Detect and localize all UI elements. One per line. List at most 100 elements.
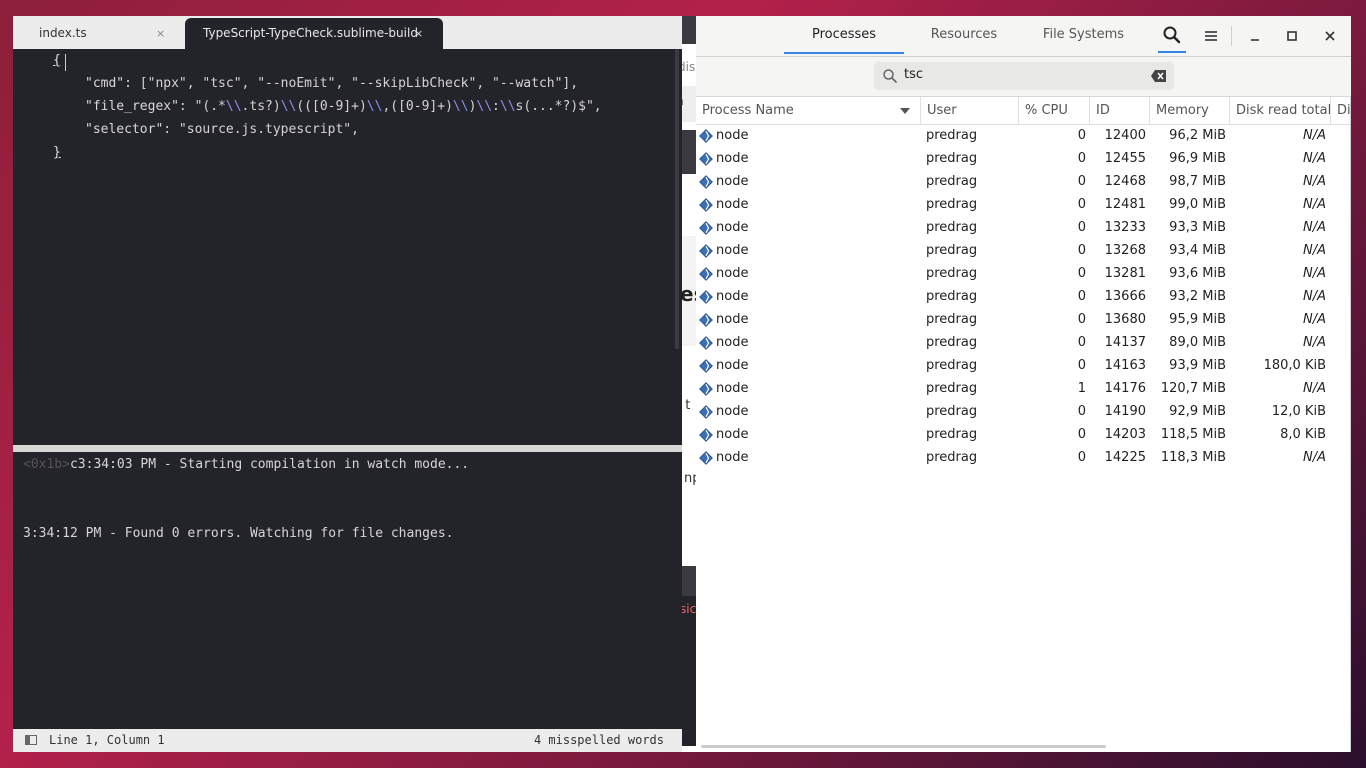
selector-key: "selector" [85, 122, 164, 137]
table-row[interactable]: node predrag 0 13233 93,3 MiB N/A [696, 217, 1351, 240]
process-memory: 93,4 MiB [1169, 243, 1226, 258]
process-icon [699, 175, 713, 189]
table-row[interactable]: node predrag 1 14176 120,7 MiB N/A [696, 378, 1351, 401]
process-icon [699, 313, 713, 327]
regex-escape: \\ [225, 99, 242, 114]
maximize-button[interactable] [1280, 24, 1304, 48]
process-name: node [716, 128, 749, 143]
process-user: predrag [926, 450, 978, 465]
regex-part: s(...*?)$", [515, 99, 602, 114]
table-row[interactable]: node predrag 0 13680 95,9 MiB N/A [696, 309, 1351, 332]
table-row[interactable]: node predrag 0 14163 93,9 MiB 180,0 KiB [696, 355, 1351, 378]
code-editor[interactable]: { "cmd": ["npx", "tsc", "--noEmit", "--s… [13, 49, 682, 445]
process-icon [699, 221, 713, 235]
search-input[interactable]: tsc [874, 62, 1174, 90]
regex-escape: \\ [499, 99, 516, 114]
table-row[interactable]: node predrag 0 13281 93,6 MiB N/A [696, 263, 1351, 286]
process-user: predrag [926, 174, 978, 189]
panel-divider[interactable] [13, 445, 682, 452]
table-row[interactable]: node predrag 0 12468 98,7 MiB N/A [696, 171, 1351, 194]
sublime-window: index.ts × TypeScript-TypeCheck.sublime-… [13, 16, 682, 752]
close-button[interactable] [1318, 24, 1342, 48]
table-row[interactable]: node predrag 0 14225 118,3 MiB N/A [696, 447, 1351, 470]
bg-fragment: t t [682, 398, 691, 413]
table-row[interactable]: node predrag 0 14203 118,5 MiB 8,0 KiB [696, 424, 1351, 447]
panel-toggle-icon[interactable] [25, 735, 37, 745]
table-row[interactable]: node predrag 0 13666 93,2 MiB N/A [696, 286, 1351, 309]
minimize-button[interactable] [1243, 24, 1267, 48]
text-cursor [65, 54, 66, 71]
process-user: predrag [926, 427, 978, 442]
column-user[interactable]: User [921, 97, 1019, 124]
process-cpu: 0 [1077, 174, 1086, 189]
table-row[interactable]: node predrag 0 12481 99,0 MiB N/A [696, 194, 1351, 217]
menu-button[interactable] [1199, 24, 1223, 48]
tab-file-systems[interactable]: File Systems [1031, 16, 1136, 54]
regex-escape: \\ [280, 99, 297, 114]
process-id: 14137 [1104, 335, 1146, 350]
tab-sublime-build[interactable]: TypeScript-TypeCheck.sublime-build × [185, 18, 443, 49]
system-monitor-window: Processes Resources File Systems tsc Pro… [696, 16, 1351, 752]
close-icon[interactable]: × [414, 18, 423, 49]
process-cpu: 0 [1077, 197, 1086, 212]
table-row[interactable]: node predrag 0 13268 93,4 MiB N/A [696, 240, 1351, 263]
process-cpu: 0 [1077, 450, 1086, 465]
editor-scrollbar[interactable] [675, 49, 679, 349]
table-row[interactable]: node predrag 0 14190 92,9 MiB 12,0 KiB [696, 401, 1351, 424]
column-disk-truncated[interactable]: Di [1331, 97, 1351, 124]
regex-key: "file_regex" [85, 99, 179, 114]
process-cpu: 0 [1077, 128, 1086, 143]
tab-processes[interactable]: Processes [784, 16, 904, 54]
cursor-position[interactable]: Line 1, Column 1 [49, 733, 165, 747]
process-id: 14190 [1104, 404, 1146, 419]
escape-code: <0x1b> [23, 457, 70, 472]
clear-search-icon[interactable] [1150, 68, 1168, 84]
output-text: c3:34:03 PM - Starting compilation in wa… [69, 457, 470, 472]
table-row[interactable]: node predrag 0 12455 96,9 MiB N/A [696, 148, 1351, 171]
regex-part: (([0-9]+) [296, 99, 367, 114]
open-brace: { [53, 53, 61, 68]
spellcheck-status[interactable]: 4 misspelled words [534, 733, 664, 747]
status-bar: Line 1, Column 1 4 misspelled words [13, 729, 682, 752]
table-row[interactable]: node predrag 0 12400 96,2 MiB N/A [696, 125, 1351, 148]
minimize-icon [1251, 39, 1259, 41]
tab-label: TypeScript-TypeCheck.sublime-build [203, 26, 418, 40]
output-line-1: <0x1b>c3:34:03 PM - Starting compilation… [23, 457, 469, 472]
bg-block [682, 16, 696, 44]
close-icon[interactable]: × [156, 18, 165, 49]
process-icon [699, 451, 713, 465]
process-cpu: 0 [1077, 266, 1086, 281]
process-cpu: 0 [1077, 220, 1086, 235]
output-line-2: 3:34:12 PM - Found 0 errors. Watching fo… [23, 526, 454, 541]
bg-fragment: dis [682, 60, 696, 74]
column-disk-read-total[interactable]: Disk read total [1230, 97, 1331, 124]
process-icon [699, 244, 713, 258]
process-id: 12481 [1104, 197, 1146, 212]
header-bar: Processes Resources File Systems [696, 16, 1351, 57]
column-process-name[interactable]: Process Name [696, 97, 921, 124]
process-name: node [716, 220, 749, 235]
tab-label: index.ts [39, 26, 87, 40]
search-toggle-button[interactable] [1158, 21, 1186, 53]
process-memory: 93,2 MiB [1169, 289, 1226, 304]
column-id[interactable]: ID [1090, 97, 1150, 124]
process-disk-read: N/A [1303, 128, 1326, 143]
process-cpu: 0 [1077, 312, 1086, 327]
code-line-5: } [53, 145, 61, 160]
column-memory[interactable]: Memory [1150, 97, 1230, 124]
process-name: node [716, 427, 749, 442]
table-row[interactable]: node predrag 0 14137 89,0 MiB N/A [696, 332, 1351, 355]
process-name: node [716, 243, 749, 258]
code-line-2: "cmd": ["npx", "tsc", "--noEmit", "--ski… [85, 76, 578, 91]
tab-resources[interactable]: Resources [914, 16, 1014, 54]
process-memory: 93,9 MiB [1169, 358, 1226, 373]
regex-part: .ts?) [241, 99, 281, 114]
process-icon [699, 359, 713, 373]
horizontal-scrollbar[interactable] [701, 745, 1106, 748]
tab-index-ts[interactable]: index.ts × [39, 18, 179, 49]
column-cpu[interactable]: % CPU [1019, 97, 1090, 124]
process-disk-read: N/A [1303, 312, 1326, 327]
process-icon [699, 129, 713, 143]
process-user: predrag [926, 312, 978, 327]
process-memory: 96,9 MiB [1169, 151, 1226, 166]
